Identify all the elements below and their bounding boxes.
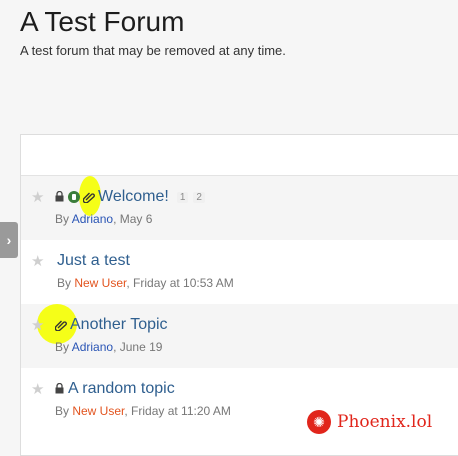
watermark: ✺ Phoenix.lol bbox=[307, 410, 432, 434]
star-icon[interactable]: ★ bbox=[31, 188, 44, 206]
page-link-1[interactable]: 1 bbox=[176, 191, 189, 203]
sticky-icon bbox=[68, 191, 80, 203]
by-label: By bbox=[57, 276, 75, 290]
topic-title-link[interactable]: Another Topic bbox=[70, 316, 168, 334]
star-icon[interactable]: ★ bbox=[31, 380, 44, 398]
author-link[interactable]: Adriano bbox=[72, 340, 113, 354]
topic-title-link[interactable]: Just a test bbox=[57, 252, 130, 270]
forum-description: A test forum that may be removed at any … bbox=[20, 43, 286, 58]
topic-date: , Friday at 11:20 AM bbox=[124, 404, 231, 418]
topic-date: , May 6 bbox=[113, 212, 153, 226]
sidebar-toggle-button[interactable]: › bbox=[0, 222, 18, 258]
paperclip-icon bbox=[83, 191, 95, 203]
watermark-brand: Phoenix.lol bbox=[337, 412, 433, 432]
lock-icon bbox=[55, 383, 65, 395]
paperclip-icon bbox=[55, 319, 67, 331]
by-label: By bbox=[55, 340, 72, 354]
by-label: By bbox=[55, 212, 72, 226]
author-link[interactable]: Adriano bbox=[72, 212, 113, 226]
star-icon[interactable]: ★ bbox=[31, 252, 44, 270]
star-icon[interactable]: ★ bbox=[31, 316, 44, 334]
topic-list-header bbox=[21, 135, 458, 176]
phoenix-logo-icon: ✺ bbox=[307, 410, 331, 434]
topic-row: ★ Just a test By New User, Friday at 10:… bbox=[21, 240, 458, 304]
topic-title-link[interactable]: A random topic bbox=[68, 380, 175, 398]
topic-row: ★ Welcome! 1 2 By Adriano, May 6 bbox=[21, 176, 458, 240]
by-label: By bbox=[55, 404, 73, 418]
topic-date: , June 19 bbox=[113, 340, 163, 354]
topic-title-link[interactable]: Welcome! bbox=[98, 188, 169, 206]
forum-title: A Test Forum bbox=[20, 6, 185, 37]
topic-date: , Friday at 10:53 AM bbox=[126, 276, 234, 290]
page-link-2[interactable]: 2 bbox=[193, 191, 205, 203]
chevron-right-icon: › bbox=[6, 232, 12, 248]
lock-icon bbox=[55, 191, 65, 203]
topic-row: ★ Another Topic By Adriano, June 19 bbox=[21, 304, 458, 368]
topic-list-panel: ★ Welcome! 1 2 By Adriano, May 6 ★ Just … bbox=[20, 134, 458, 456]
author-link[interactable]: New User bbox=[72, 404, 124, 418]
author-link[interactable]: New User bbox=[74, 276, 126, 290]
